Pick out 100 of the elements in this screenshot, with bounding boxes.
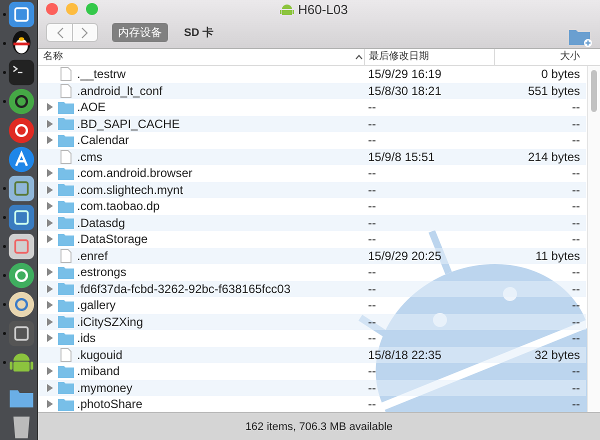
file-name[interactable]: .BD_SAPI_CACHE	[77, 116, 180, 131]
collapsed-triangle-icon[interactable]	[46, 384, 52, 392]
file-size: --	[571, 298, 581, 312]
file-name[interactable]: .miband	[77, 364, 120, 378]
close-button[interactable]	[46, 2, 58, 14]
file-name[interactable]: .DataStorage	[77, 232, 148, 246]
sort-caret-icon	[355, 54, 363, 60]
file-size: --	[571, 232, 581, 246]
file-size: --	[571, 100, 581, 114]
modified-date: --	[367, 232, 377, 246]
file-name[interactable]: .__testrw	[77, 67, 126, 82]
modified-date: --	[367, 314, 377, 329]
chevron-left-icon	[56, 26, 64, 38]
file-size: --	[571, 380, 581, 395]
folder-icon	[58, 315, 74, 328]
terminal-app-icon[interactable]	[8, 59, 34, 86]
zoom-button[interactable]	[86, 2, 98, 14]
collapsed-triangle-icon[interactable]	[46, 202, 52, 210]
column-header[interactable]: 大小	[494, 49, 586, 65]
column-header[interactable]: 最后修改日期	[364, 49, 494, 65]
modified-date: 15/8/18 22:35	[367, 348, 442, 362]
document-icon	[58, 84, 74, 98]
file-size: --	[571, 133, 581, 148]
modified-date: --	[367, 397, 377, 412]
folder-icon	[58, 183, 74, 196]
collapsed-triangle-icon[interactable]	[46, 120, 52, 128]
file-size: 32 bytes	[534, 348, 581, 362]
collapsed-triangle-icon[interactable]	[46, 218, 52, 227]
folder-icon	[58, 117, 74, 130]
folder-icon	[58, 381, 74, 394]
modified-date: --	[367, 216, 377, 230]
modified-date: 15/9/29 20:25	[367, 248, 442, 263]
file-size: --	[571, 282, 581, 296]
collapsed-triangle-icon[interactable]	[46, 103, 52, 112]
file-name[interactable]: .photoShare	[77, 397, 142, 412]
modified-date: 15/9/29 16:19	[367, 67, 442, 82]
modified-date: --	[367, 265, 377, 280]
file-name[interactable]: .iCitySZXing	[77, 314, 144, 329]
column-header[interactable]: 名称	[38, 49, 364, 65]
modified-date: 15/8/30 18:21	[367, 84, 442, 98]
file-size: --	[571, 182, 581, 197]
folder-icon	[58, 282, 74, 296]
storage-tab[interactable]: SD 卡	[178, 23, 220, 42]
modified-date: --	[367, 166, 377, 180]
modified-date: 15/9/8 15:51	[367, 150, 436, 164]
chevron-right-icon	[81, 26, 89, 38]
modified-date: --	[367, 199, 377, 214]
folder-icon	[58, 216, 74, 230]
file-name[interactable]: .AOE	[77, 100, 106, 114]
file-size: --	[571, 265, 581, 280]
status-text: 162 items, 706.3 MB available	[245, 420, 393, 432]
file-name[interactable]: .estrongs	[77, 265, 126, 280]
file-size: --	[571, 397, 581, 412]
file-name[interactable]: .gallery	[77, 298, 116, 312]
file-size: --	[571, 364, 581, 378]
storage-tab[interactable]: 内存设备	[112, 23, 168, 42]
collapsed-triangle-icon[interactable]	[46, 136, 52, 144]
collapsed-triangle-icon[interactable]	[46, 318, 52, 326]
file-name[interactable]: .kugouid	[77, 348, 122, 362]
app-store-icon[interactable]	[8, 146, 34, 173]
file-name[interactable]: .fd6f37da-fcbd-3262-92bc-f638165fcc03	[77, 282, 290, 296]
collapsed-triangle-icon[interactable]	[46, 334, 52, 342]
file-name[interactable]: .Datasdg	[77, 216, 126, 230]
collapsed-triangle-icon[interactable]	[46, 186, 52, 194]
file-size: --	[571, 216, 581, 230]
collapsed-triangle-icon[interactable]	[46, 169, 52, 178]
window-title: H60-L03	[298, 2, 348, 17]
file-name[interactable]: .com.taobao.dp	[77, 199, 160, 214]
collapsed-triangle-icon[interactable]	[46, 235, 52, 244]
file-name[interactable]: .Calendar	[77, 133, 130, 148]
file-name[interactable]: .com.slightech.mynt	[77, 182, 184, 197]
modified-date: --	[367, 116, 377, 131]
collapsed-triangle-icon[interactable]	[46, 301, 52, 310]
file-name[interactable]: .enref	[77, 248, 108, 263]
file-size: --	[571, 314, 581, 329]
collapsed-triangle-icon[interactable]	[46, 284, 52, 293]
modified-date: --	[367, 100, 377, 114]
file-name[interactable]: .mymoney	[77, 380, 132, 395]
file-size: --	[571, 166, 581, 180]
file-size: 11 bytes	[534, 248, 581, 263]
file-name[interactable]: .cms	[77, 150, 102, 164]
modified-date: --	[367, 364, 377, 378]
collapsed-triangle-icon[interactable]	[46, 268, 52, 276]
collapsed-triangle-icon[interactable]	[46, 367, 52, 376]
modified-date: --	[367, 380, 377, 395]
file-name[interactable]: .android_lt_conf	[77, 84, 162, 98]
document-icon	[58, 348, 74, 362]
modified-date: --	[367, 282, 377, 296]
file-size: 214 bytes	[526, 150, 581, 164]
file-size: 551 bytes	[526, 84, 581, 98]
file-size: --	[571, 116, 581, 131]
file-name[interactable]: .com.android.browser	[77, 166, 192, 180]
scrollbar[interactable]	[587, 66, 600, 412]
file-size: --	[571, 199, 581, 214]
file-name[interactable]: .ids	[77, 331, 96, 346]
modified-date: --	[367, 331, 377, 346]
modified-date: --	[367, 298, 377, 312]
modified-date: --	[367, 133, 377, 148]
modified-date: --	[367, 182, 377, 197]
collapsed-triangle-icon[interactable]	[46, 400, 52, 408]
